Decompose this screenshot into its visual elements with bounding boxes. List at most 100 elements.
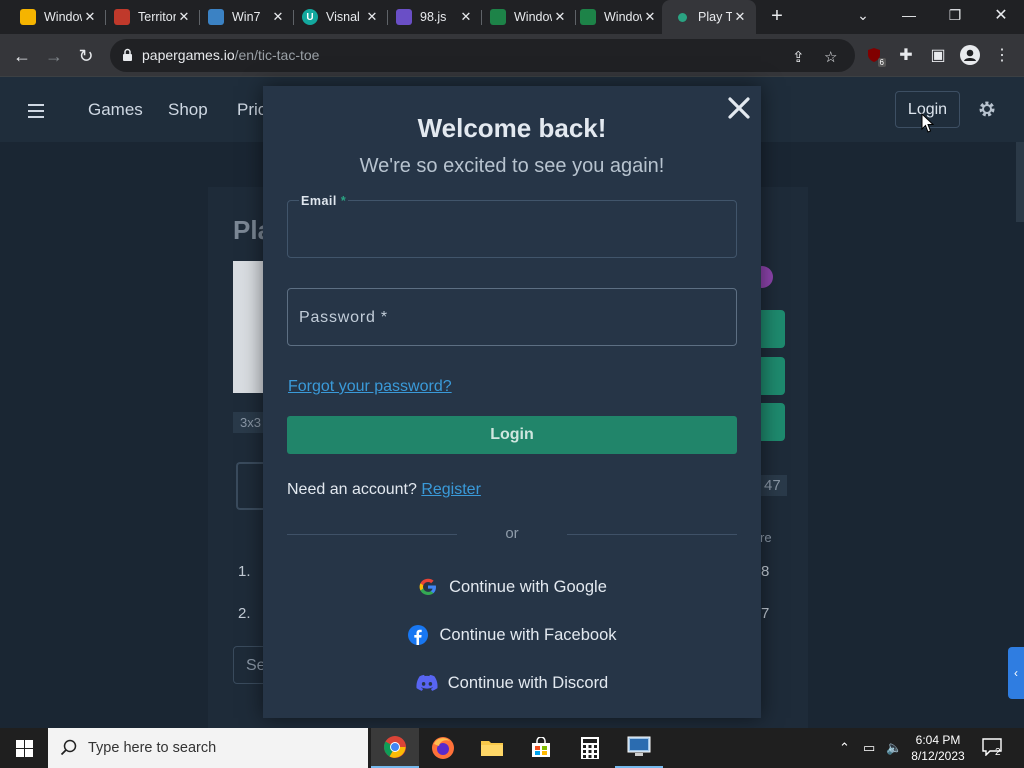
- extensions-puzzle-icon[interactable]: ✚: [894, 43, 918, 67]
- browser-tab[interactable]: Windows ✕: [8, 0, 106, 34]
- discord-login-button[interactable]: Continue with Discord: [263, 672, 761, 694]
- back-icon[interactable]: ←: [8, 42, 36, 70]
- settings-gear-icon[interactable]: [977, 99, 997, 119]
- chrome-menu-icon[interactable]: ⋮: [990, 43, 1014, 67]
- lock-icon: [123, 48, 132, 61]
- close-tab-icon[interactable]: ✕: [732, 9, 748, 25]
- login-modal: Welcome back! We're so excited to see yo…: [263, 86, 761, 718]
- page-scrollbar[interactable]: [1016, 142, 1024, 222]
- google-label: Continue with Google: [449, 577, 607, 596]
- chrome-taskbar-icon[interactable]: [371, 728, 419, 768]
- dot-icon: [674, 9, 690, 25]
- windows-start-icon[interactable]: [0, 728, 48, 768]
- close-tab-icon[interactable]: ✕: [176, 9, 192, 25]
- close-tab-icon[interactable]: ✕: [270, 9, 286, 25]
- browser-tab[interactable]: Territory ✕: [102, 0, 200, 34]
- windows-taskbar: Type here to search ⌃ ▭ 🔈 6:04 PM 8/12/2…: [0, 728, 1024, 768]
- extension-badge: 6: [877, 58, 886, 67]
- new-tab-button[interactable]: +: [766, 6, 788, 28]
- ublock-icon[interactable]: 6: [862, 43, 886, 67]
- profile-icon[interactable]: [958, 43, 982, 67]
- win7-icon: [208, 9, 224, 25]
- tab-title: Win7: [232, 10, 261, 24]
- browser-tab[interactable]: Windows ✕: [568, 0, 666, 34]
- facebook-login-button[interactable]: Continue with Facebook: [263, 624, 761, 646]
- need-account-text: Need an account? Register: [287, 481, 481, 498]
- email-field[interactable]: Email *: [287, 194, 737, 258]
- store-taskbar-icon[interactable]: [517, 728, 565, 768]
- firefox-taskbar-icon[interactable]: [419, 728, 467, 768]
- remote-desktop-taskbar-icon[interactable]: [615, 728, 663, 768]
- modal-title: Welcome back!: [417, 113, 607, 143]
- volume-icon[interactable]: 🔈: [886, 740, 902, 756]
- bookmark-star-icon[interactable]: ☆: [824, 48, 837, 66]
- notification-count: 2: [995, 747, 1001, 758]
- search-icon: [60, 739, 77, 756]
- nav-shop[interactable]: Shop: [168, 100, 208, 120]
- hamburger-menu-icon[interactable]: [28, 104, 44, 122]
- or-separator: or: [505, 525, 519, 542]
- facebook-icon: [407, 624, 429, 646]
- rank-1: 1.: [238, 563, 251, 580]
- nav-pricing[interactable]: Pric: [237, 100, 266, 120]
- browser-tab-strip: Windows ✕ Territory ✕ Win7 ✕ U Visnal ✕ …: [0, 0, 1024, 34]
- address-bar[interactable]: papergames.io/en/tic-tac-toe ⇪ ☆: [110, 39, 855, 72]
- login-submit-button[interactable]: Login: [287, 416, 737, 454]
- calculator-taskbar-icon[interactable]: [566, 728, 614, 768]
- taskbar-clock[interactable]: 6:04 PM 8/12/2023: [905, 732, 971, 764]
- close-window-button[interactable]: ✕: [978, 0, 1024, 30]
- reload-icon[interactable]: ↻: [72, 42, 100, 70]
- flag-icon: [114, 9, 130, 25]
- close-tab-icon[interactable]: ✕: [82, 9, 98, 25]
- file-explorer-taskbar-icon[interactable]: [468, 728, 516, 768]
- restore-button[interactable]: ❐: [932, 0, 978, 30]
- share-icon[interactable]: ⇪: [792, 48, 805, 66]
- register-link[interactable]: Register: [421, 481, 481, 498]
- side-panel-icon[interactable]: ▣: [926, 43, 950, 67]
- password-placeholder: Password *: [299, 309, 388, 326]
- rank-1-score: 8: [761, 563, 770, 580]
- close-tab-icon[interactable]: ✕: [552, 9, 568, 25]
- tab-title: Windows: [604, 10, 642, 24]
- show-hidden-icons-chevron-icon[interactable]: ⌃: [839, 740, 850, 756]
- tab-title: Windows: [514, 10, 552, 24]
- taskbar-search-placeholder: Type here to search: [88, 740, 217, 756]
- browser-toolbar: ← → ↻ papergames.io/en/tic-tac-toe ⇪ ☆ 6…: [0, 34, 1024, 77]
- nav-games[interactable]: Games: [88, 100, 143, 120]
- browser-tab[interactable]: 98.js ✕: [384, 0, 482, 34]
- discord-label: Continue with Discord: [447, 673, 609, 692]
- minimize-button[interactable]: —: [886, 0, 932, 30]
- clock-time: 6:04 PM: [915, 733, 961, 747]
- tab-title: Visnal: [326, 10, 360, 24]
- sheet-icon: [490, 9, 506, 25]
- email-label: Email *: [299, 194, 349, 208]
- clock-date: 8/12/2023: [911, 749, 965, 763]
- notifications-icon[interactable]: 2: [982, 738, 1004, 758]
- close-tab-icon[interactable]: ✕: [364, 9, 380, 25]
- browser-tab-active[interactable]: Play T ✕: [662, 0, 756, 34]
- close-tab-icon[interactable]: ✕: [458, 9, 474, 25]
- facebook-label: Continue with Facebook: [439, 625, 617, 644]
- rank-2-score: 7: [761, 605, 770, 622]
- forgot-password-link[interactable]: Forgot your password?: [288, 378, 452, 396]
- browser-tab[interactable]: U Visnal ✕: [290, 0, 388, 34]
- background-card: [236, 462, 266, 510]
- browser-tab[interactable]: Windows ✕: [478, 0, 576, 34]
- google-login-button[interactable]: Continue with Google: [263, 576, 761, 598]
- tab-title: Play T: [698, 10, 732, 24]
- browser-tab[interactable]: Win7 ✕: [196, 0, 294, 34]
- tab-search-chevron-icon[interactable]: ⌄: [840, 0, 886, 30]
- password-field[interactable]: Password *: [287, 288, 737, 346]
- forward-icon[interactable]: →: [40, 42, 68, 70]
- rank-2: 2.: [238, 605, 251, 622]
- side-drawer-chevron-icon[interactable]: ‹: [1008, 647, 1024, 699]
- sheet-icon: [580, 9, 596, 25]
- tab-title: Windows: [44, 10, 82, 24]
- taskbar-search-input[interactable]: Type here to search: [48, 728, 368, 768]
- close-tab-icon[interactable]: ✕: [642, 9, 658, 25]
- url-text: papergames.io/en/tic-tac-toe: [142, 47, 320, 63]
- discord-icon: [416, 672, 438, 694]
- network-icon[interactable]: ▭: [863, 740, 875, 756]
- tab-title: 98.js: [420, 10, 447, 24]
- modal-subtitle: We're so excited to see you again!: [359, 155, 665, 177]
